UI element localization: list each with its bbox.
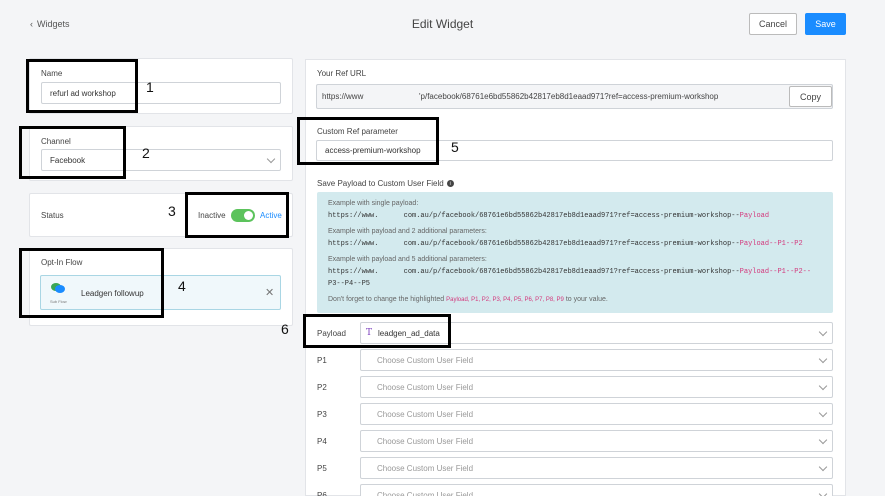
- example1-title: Example with single payload:: [328, 200, 419, 207]
- annotation-number-2: 2: [142, 145, 150, 161]
- example1-url: https://www. com.au/p/facebook/68761e6bd…: [328, 212, 769, 220]
- payload-examples-box: Example with single payload: https://www…: [317, 192, 833, 313]
- annotation-number-1: 1: [146, 79, 154, 95]
- chevron-down-icon: [818, 462, 828, 472]
- custom-user-field-placeholder: Choose Custom User Field: [377, 436, 474, 446]
- custom-user-field-select[interactable]: Choose Custom User Field: [360, 403, 833, 425]
- custom-user-field-placeholder: Choose Custom User Field: [377, 355, 474, 365]
- copy-button[interactable]: Copy: [789, 86, 832, 107]
- save-button[interactable]: Save: [805, 13, 846, 35]
- example2-url-tail: Payload--P1--P2: [739, 240, 803, 248]
- custom-user-field-select[interactable]: Choose Custom User Field: [360, 430, 833, 452]
- field-row-label: P2: [317, 383, 327, 392]
- example2-url: https://www. com.au/p/facebook/68761e6bd…: [328, 240, 803, 248]
- chevron-down-icon: [818, 435, 828, 445]
- chevron-down-icon: [266, 154, 276, 164]
- custom-user-field-select[interactable]: Choose Custom User Field: [360, 484, 833, 496]
- annotation-box-4: [19, 248, 164, 318]
- example2-title: Example with payload and 2 additional pa…: [328, 228, 487, 235]
- payload-section-text: Save Payload to Custom User Field: [317, 179, 444, 188]
- annotation-number-6: 6: [281, 321, 289, 337]
- field-row-label: P4: [317, 437, 327, 446]
- annotation-box-2: [19, 126, 126, 179]
- custom-user-field-select[interactable]: Choose Custom User Field: [360, 376, 833, 398]
- example3-url-tail: Payload--P1--P2--: [739, 268, 812, 276]
- field-row-label: P3: [317, 410, 327, 419]
- custom-user-field-placeholder: Choose Custom User Field: [377, 382, 474, 392]
- example1-url-tail: Payload: [739, 212, 770, 220]
- annotation-number-4: 4: [178, 278, 186, 294]
- status-label: Status: [41, 211, 64, 220]
- custom-user-field-select[interactable]: Choose Custom User Field: [360, 349, 833, 371]
- chevron-down-icon: [818, 489, 828, 496]
- field-row-label: P1: [317, 356, 327, 365]
- annotation-number-5: 5: [451, 139, 459, 155]
- cancel-button[interactable]: Cancel: [749, 13, 797, 35]
- chevron-down-icon: [818, 327, 828, 337]
- chevron-down-icon: [818, 381, 828, 391]
- ref-url-label: Your Ref URL: [317, 69, 367, 78]
- note-fields: Payload, P1, P2, P3, P4, P5, P6, P7, P8,…: [446, 297, 564, 303]
- custom-user-field-select[interactable]: Choose Custom User Field: [360, 457, 833, 479]
- custom-user-field-placeholder: Choose Custom User Field: [377, 409, 474, 419]
- example3-title: Example with payload and 5 additional pa…: [328, 256, 487, 263]
- annotation-box-1: [26, 59, 138, 113]
- example2-url-text: https://www. com.au/p/facebook/68761e6bd…: [328, 240, 740, 248]
- custom-user-field-placeholder: Choose Custom User Field: [377, 490, 474, 496]
- info-icon: i: [446, 180, 454, 187]
- example3-url: https://www. com.au/p/facebook/68761e6bd…: [328, 268, 811, 276]
- example1-url-text: https://www. com.au/p/facebook/68761e6bd…: [328, 212, 740, 220]
- ref-url-suffix: 'p/facebook/68761e6bd55862b42817eb8d1eaa…: [419, 92, 719, 101]
- note-suffix: to your value.: [565, 296, 608, 303]
- annotation-box-6: [303, 314, 451, 348]
- close-icon[interactable]: ✕: [265, 286, 274, 299]
- ref-url-prefix: https://www: [322, 92, 364, 101]
- example3-url-text: https://www. com.au/p/facebook/68761e6bd…: [328, 268, 740, 276]
- annotation-box-3: [185, 192, 289, 238]
- field-row-label: P6: [317, 491, 327, 496]
- field-row-label: P5: [317, 464, 327, 473]
- payload-section-label: Save Payload to Custom User Field i: [317, 179, 454, 188]
- note-prefix: Don't forget to change the highlighted: [328, 296, 445, 303]
- chevron-down-icon: [818, 354, 828, 364]
- annotation-number-3: 3: [168, 203, 176, 219]
- chevron-down-icon: [818, 408, 828, 418]
- custom-user-field-placeholder: Choose Custom User Field: [377, 463, 474, 473]
- annotation-box-5: [297, 117, 439, 165]
- example3-url-line2: P3--P4--P5: [328, 280, 371, 288]
- payload-note: Don't forget to change the highlighted P…: [328, 296, 608, 303]
